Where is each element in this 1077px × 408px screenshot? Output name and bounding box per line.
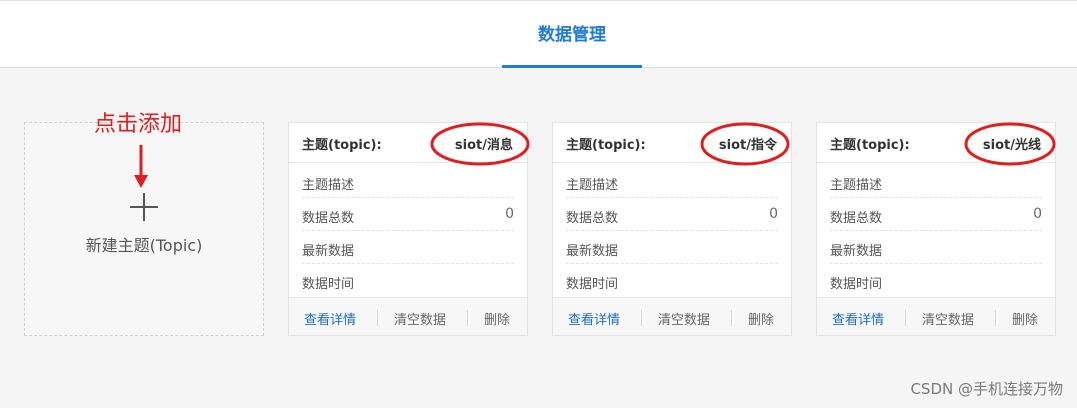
row-time: 数据时间 — [830, 264, 1042, 297]
row-value: 0 — [769, 206, 778, 222]
view-details-button[interactable]: 查看详情 — [568, 309, 620, 328]
clear-data-button[interactable]: 清空数据 — [394, 309, 446, 328]
row-value: 0 — [1033, 206, 1042, 222]
plus-icon[interactable] — [130, 193, 158, 221]
row-label: 数据时间 — [830, 277, 883, 292]
card-header: 主题(topic): siot/光线 — [817, 122, 1056, 166]
row-latest: 最新数据 — [302, 231, 514, 264]
divider — [731, 310, 732, 326]
card-title: 主题(topic): — [830, 138, 910, 153]
topic-card: 主题(topic): siot/指令 主题描述 数据总数 0 最新数据 数据时间 … — [552, 122, 792, 336]
row-label: 最新数据 — [566, 244, 619, 259]
highlight-oval — [964, 122, 1056, 166]
clear-data-button[interactable]: 清空数据 — [922, 309, 974, 328]
row-latest: 最新数据 — [566, 231, 778, 264]
row-total: 数据总数 0 — [566, 198, 778, 231]
annotation-text: 点击添加 — [94, 112, 183, 137]
row-time: 数据时间 — [566, 264, 778, 297]
row-total: 数据总数 0 — [302, 198, 514, 231]
row-value: 0 — [505, 206, 514, 222]
card-title: 主题(topic): — [566, 138, 646, 153]
row-label: 主题描述 — [830, 178, 883, 193]
view-details-button[interactable]: 查看详情 — [832, 309, 884, 328]
delete-button[interactable]: 删除 — [1012, 309, 1038, 328]
top-nav-bar: 数据管理 — [0, 0, 1077, 68]
row-label: 主题描述 — [302, 178, 355, 193]
row-latest: 最新数据 — [830, 231, 1042, 264]
annotation-arrow-icon — [134, 145, 148, 188]
new-topic-label[interactable]: 新建主题(Topic) — [24, 232, 264, 256]
row-label: 数据时间 — [566, 277, 619, 292]
card-actions: 查看详情 清空数据 删除 — [817, 297, 1055, 335]
row-label: 最新数据 — [302, 244, 355, 259]
view-details-button[interactable]: 查看详情 — [304, 309, 356, 328]
divider — [641, 310, 642, 326]
card-actions: 查看详情 清空数据 删除 — [553, 297, 791, 335]
row-description: 主题描述 — [302, 165, 514, 198]
row-description: 主题描述 — [830, 165, 1042, 198]
card-header: 主题(topic): siot/消息 — [289, 122, 530, 166]
row-label: 最新数据 — [830, 244, 883, 259]
topic-card: 主题(topic): siot/消息 主题描述 数据总数 0 最新数据 数据时间 … — [288, 122, 530, 336]
tab-data-management[interactable]: 数据管理 — [502, 1, 642, 69]
active-tab-indicator — [502, 65, 642, 68]
divider — [467, 310, 468, 326]
row-total: 数据总数 0 — [830, 198, 1042, 231]
row-label: 数据总数 — [830, 211, 883, 226]
divider — [905, 310, 906, 326]
delete-button[interactable]: 删除 — [748, 309, 774, 328]
row-label: 主题描述 — [566, 178, 619, 193]
row-time: 数据时间 — [302, 264, 514, 297]
row-label: 数据总数 — [566, 211, 619, 226]
row-description: 主题描述 — [566, 165, 778, 198]
card-actions: 查看详情 清空数据 删除 — [289, 297, 527, 335]
divider — [377, 310, 378, 326]
row-label: 数据总数 — [302, 211, 355, 226]
highlight-oval — [430, 122, 530, 166]
clear-data-button[interactable]: 清空数据 — [658, 309, 710, 328]
divider — [995, 310, 996, 326]
card-header: 主题(topic): siot/指令 — [553, 122, 791, 166]
highlight-oval — [700, 122, 790, 166]
topic-card: 主题(topic): siot/光线 主题描述 数据总数 0 最新数据 数据时间 … — [816, 122, 1056, 336]
delete-button[interactable]: 删除 — [484, 309, 510, 328]
watermark: CSDN @手机连接万物 — [910, 380, 1063, 398]
row-label: 数据时间 — [302, 277, 355, 292]
card-title: 主题(topic): — [302, 138, 382, 153]
